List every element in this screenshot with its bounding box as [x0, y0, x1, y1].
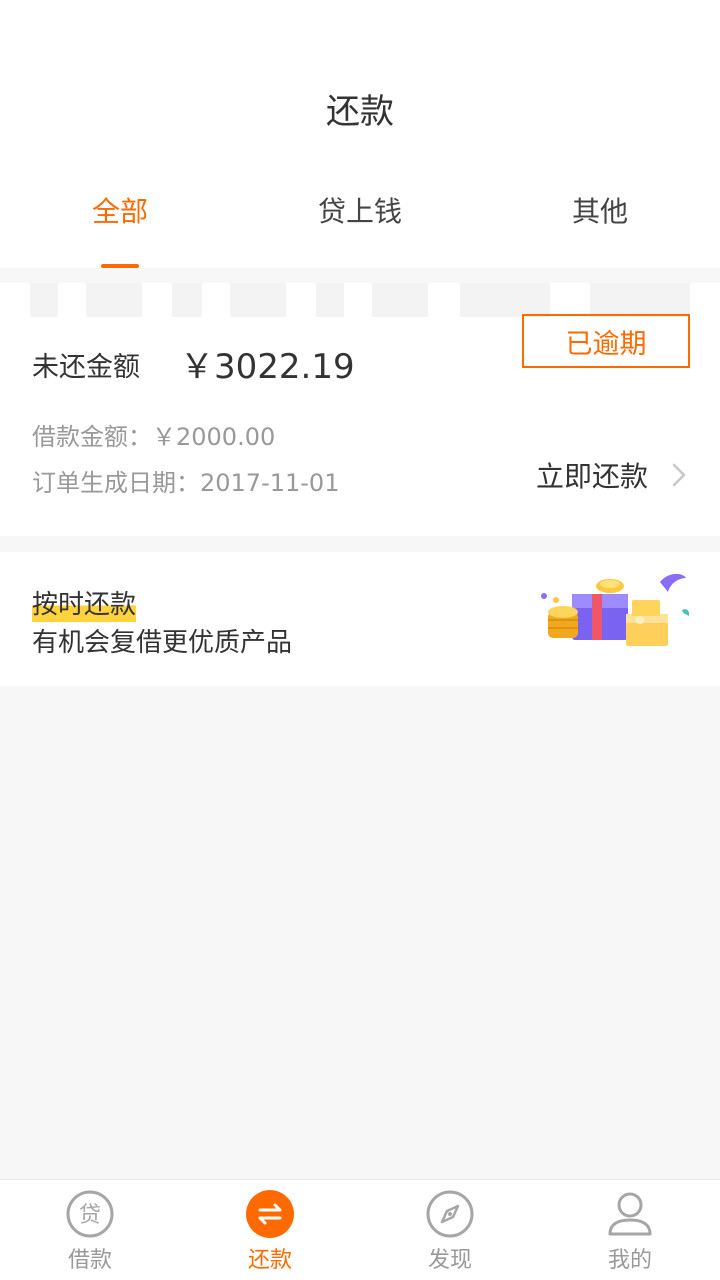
chevron-right-icon: [672, 463, 686, 487]
loading-placeholder: [30, 283, 690, 317]
loan-amount: 借款金额：￥2000.00: [32, 423, 276, 451]
loan-icon: 贷: [66, 1190, 114, 1238]
promo-title: 按时还款: [32, 584, 137, 622]
person-icon: [608, 1192, 652, 1236]
compass-icon: [426, 1190, 474, 1238]
active-tab-indicator: [101, 264, 139, 268]
nav-label-loan: 借款: [67, 1248, 112, 1273]
nav-item-loan[interactable]: 贷 借款: [0, 1180, 180, 1280]
page-title: 还款: [326, 92, 394, 132]
tab-other[interactable]: 其他: [480, 190, 720, 230]
repay-now-button[interactable]: 立即还款: [536, 455, 688, 495]
outstanding-amount-label: 未还金额: [32, 352, 140, 383]
svg-text:贷: 贷: [79, 1203, 101, 1228]
nav-label-discover: 发现: [427, 1248, 472, 1273]
nav-label-repay: 还款: [247, 1248, 292, 1273]
repay-icon: [246, 1190, 294, 1238]
outstanding-amount-value: ￥3022.19: [180, 347, 355, 387]
repay-now-label: 立即还款: [536, 460, 649, 493]
nav-item-repay[interactable]: 还款: [180, 1180, 360, 1280]
nav-label-mine: 我的: [607, 1248, 652, 1273]
tab-bar: 全部 贷上钱 其他: [0, 190, 720, 268]
tab-daishangqian[interactable]: 贷上钱: [240, 190, 480, 230]
overdue-status-badge: 已逾期: [522, 314, 690, 368]
nav-item-discover[interactable]: 发现: [360, 1180, 540, 1280]
promo-subtitle: 有机会复借更优质产品: [32, 628, 293, 658]
nav-item-mine[interactable]: 我的: [540, 1180, 720, 1280]
order-date: 订单生成日期：2017-11-01: [32, 469, 340, 497]
promo-banner[interactable]: 按时还款 有机会复借更优质产品: [0, 552, 720, 686]
gift-box-coins-icon: [541, 573, 690, 646]
header: 还款 全部 贷上钱 其他: [0, 0, 720, 268]
tab-all[interactable]: 全部: [0, 190, 240, 230]
loan-card: 已逾期 未还金额 ￥3022.19 借款金额：￥2000.00 订单生成日期：2…: [0, 283, 720, 536]
bottom-nav: 贷 借款 还款 发现 我的: [0, 1179, 720, 1280]
